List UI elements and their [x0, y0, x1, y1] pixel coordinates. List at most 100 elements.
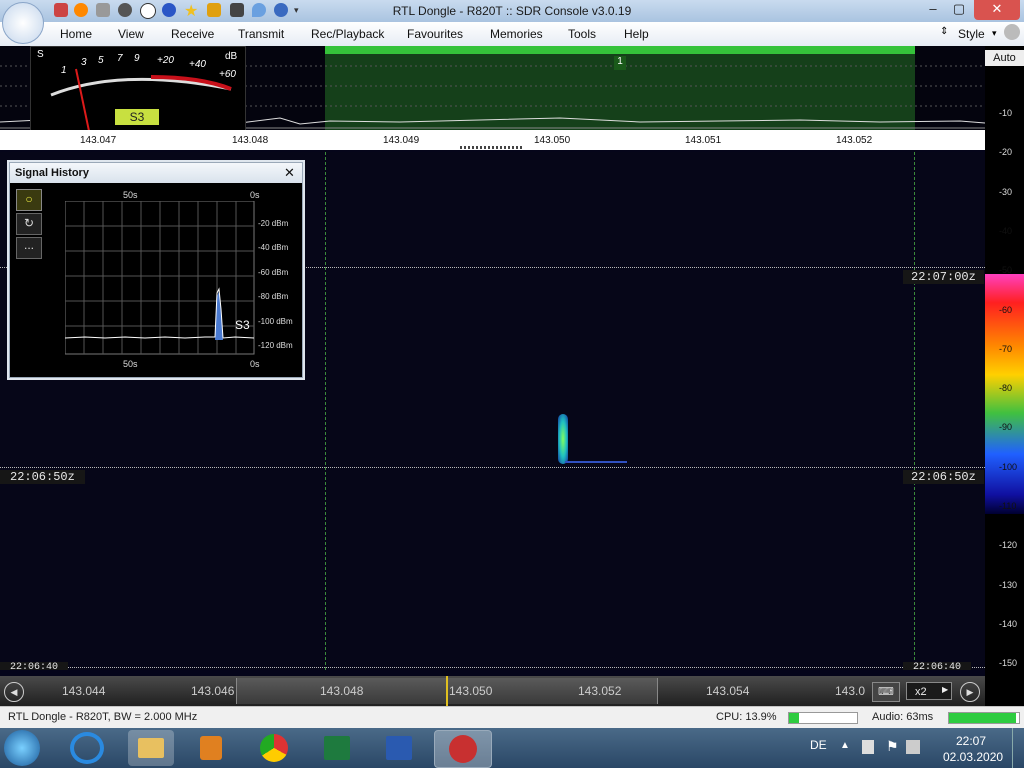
- db-tick: -10: [999, 108, 1013, 118]
- time-marker: 22:06:40: [903, 662, 972, 670]
- db-tick: +40: [189, 59, 206, 70]
- time-label: 0s: [250, 190, 260, 200]
- app-menu-button[interactable]: [2, 2, 44, 44]
- explorer-icon[interactable]: [128, 730, 174, 766]
- menu-transmit[interactable]: Transmit: [238, 27, 284, 41]
- show-desktop-button[interactable]: [1012, 728, 1024, 768]
- db-unit: dB: [225, 51, 238, 62]
- zoom-arrow-icon[interactable]: ▶: [942, 685, 948, 694]
- s-meter: S 1 3 5 7 9 +20 +40 +60 dB S3: [30, 46, 246, 132]
- scroll-right-button[interactable]: ▶: [960, 682, 980, 702]
- signal-trace: [558, 414, 568, 464]
- menu-help[interactable]: Help: [624, 27, 649, 41]
- cpu-meter: [788, 712, 858, 724]
- start-button[interactable]: [4, 730, 40, 766]
- db-tick: -80: [999, 383, 1013, 394]
- level-label: -40 dBm: [258, 243, 289, 253]
- menu-favourites[interactable]: Favourites: [407, 27, 463, 41]
- taskbar: DE ▲ ⚑ 22:07 02.03.2020: [0, 728, 1024, 768]
- time-label: 0s: [250, 359, 260, 369]
- tune-marker[interactable]: [446, 676, 448, 706]
- s-tick: 5: [98, 55, 104, 66]
- flag-icon[interactable]: ⚑: [886, 738, 899, 755]
- bandwidth-bar[interactable]: ◀ 143.044 143.046 143.048 143.050 143.052 143…: [0, 676, 985, 706]
- dialog-close-button[interactable]: ✕: [284, 165, 295, 181]
- gear-icon[interactable]: [1004, 24, 1020, 40]
- s-tick: 7: [117, 53, 123, 64]
- signal-history-dialog: Signal History ✕ ○ ↻ ... 50s 0s 50s 0s -…: [9, 162, 303, 378]
- word-icon[interactable]: [376, 730, 422, 766]
- freq-tick: 143.051: [685, 135, 722, 146]
- menu-recplayback[interactable]: Rec/Playback: [311, 27, 384, 41]
- s-label: S: [37, 49, 44, 60]
- scroll-left-button[interactable]: ◀: [4, 682, 24, 702]
- time-marker: 22:06:50z: [0, 470, 85, 484]
- tray-expand-icon[interactable]: ▲: [840, 740, 850, 751]
- clock-time[interactable]: 22:07: [956, 734, 986, 748]
- sdr-console-icon[interactable]: [434, 730, 492, 768]
- signal-streak: [565, 461, 627, 463]
- internet-explorer-icon[interactable]: [70, 732, 104, 764]
- style-menu[interactable]: Style: [958, 27, 985, 41]
- style-dropdown-icon[interactable]: ▾: [992, 28, 997, 39]
- audio-meter: [948, 712, 1020, 724]
- frequency-scale[interactable]: 143.047 143.048 143.049 143.050 143.051 …: [0, 130, 985, 150]
- passband-left-edge: [325, 152, 326, 670]
- db-tick: -110: [999, 501, 1017, 511]
- reset-button[interactable]: ↻: [16, 213, 42, 235]
- db-scale: Auto -10 -20 -30 -40 -50 -60 -70 -80 -90 -100 -110…: [985, 46, 1024, 670]
- splitter-handle[interactable]: [460, 146, 522, 149]
- time-marker: 22:06:40: [0, 662, 69, 670]
- db-tick: -100: [999, 461, 1018, 472]
- dialog-header[interactable]: Signal History ✕: [10, 163, 302, 183]
- corner-fill: [985, 670, 1024, 706]
- db-tick: -140: [999, 618, 1018, 629]
- level-label: -100 dBm: [258, 316, 293, 326]
- title-bar: ★ ▾ RTL Dongle - R820T :: SDR Console v3…: [0, 0, 1024, 22]
- bottom-freq-tick: 143.052: [578, 684, 622, 698]
- time-marker: 22:06:50z: [903, 470, 984, 484]
- vfo-marker[interactable]: 1: [614, 56, 626, 70]
- window-title: RTL Dongle - R820T :: SDR Console v3.0.1…: [392, 4, 632, 18]
- more-button[interactable]: ...: [16, 237, 42, 259]
- menu-bar: Home View Receive Transmit Rec/Playback Favou…: [0, 22, 1024, 47]
- excel-icon[interactable]: [314, 730, 360, 766]
- menu-home[interactable]: Home: [60, 27, 92, 41]
- chrome-icon[interactable]: [252, 730, 298, 766]
- speaker-icon[interactable]: [906, 740, 920, 754]
- record-button[interactable]: ○: [16, 189, 42, 211]
- freq-tick: 143.048: [232, 135, 269, 146]
- menu-receive[interactable]: Receive: [171, 27, 214, 41]
- style-arrows-icon[interactable]: ⇕: [940, 26, 948, 37]
- status-bar: RTL Dongle - R820T, BW = 2.000 MHz CPU: …: [0, 706, 1024, 729]
- bottom-freq-tick: 143.046: [191, 684, 235, 698]
- language-indicator[interactable]: DE: [810, 738, 827, 752]
- db-tick: -40: [999, 225, 1013, 236]
- device-status: RTL Dongle - R820T, BW = 2.000 MHz: [8, 711, 198, 723]
- maximize-button[interactable]: ▢: [948, 0, 970, 20]
- menu-tools[interactable]: Tools: [568, 27, 596, 41]
- keyboard-icon[interactable]: ⌨: [872, 682, 900, 702]
- s-tick: 3: [81, 57, 87, 68]
- db-tick: -70: [999, 343, 1013, 354]
- s-tick: 9: [134, 53, 140, 64]
- time-label: 50s: [123, 190, 138, 200]
- menu-memories[interactable]: Memories: [490, 27, 543, 41]
- menu-view[interactable]: View: [118, 27, 144, 41]
- db-tick: -30: [999, 186, 1013, 197]
- db-tick: +60: [219, 69, 236, 80]
- time-label: 50s: [123, 359, 138, 369]
- bottom-freq-tick: 143.048: [320, 684, 364, 698]
- media-player-icon[interactable]: [188, 730, 234, 766]
- close-button[interactable]: ✕: [974, 0, 1020, 20]
- minimize-button[interactable]: –: [922, 0, 944, 20]
- clock-date[interactable]: 02.03.2020: [943, 750, 1003, 764]
- device-icon[interactable]: [862, 740, 874, 754]
- cpu-usage: CPU: 13.9%: [716, 711, 777, 723]
- freq-tick: 143.049: [383, 135, 420, 146]
- freq-tick: 143.050: [534, 135, 571, 146]
- level-label: -120 dBm: [258, 341, 293, 350]
- bottom-freq-tick: 143.0: [835, 684, 866, 698]
- auto-button[interactable]: Auto: [985, 50, 1024, 66]
- level-label: -80 dBm: [258, 292, 289, 302]
